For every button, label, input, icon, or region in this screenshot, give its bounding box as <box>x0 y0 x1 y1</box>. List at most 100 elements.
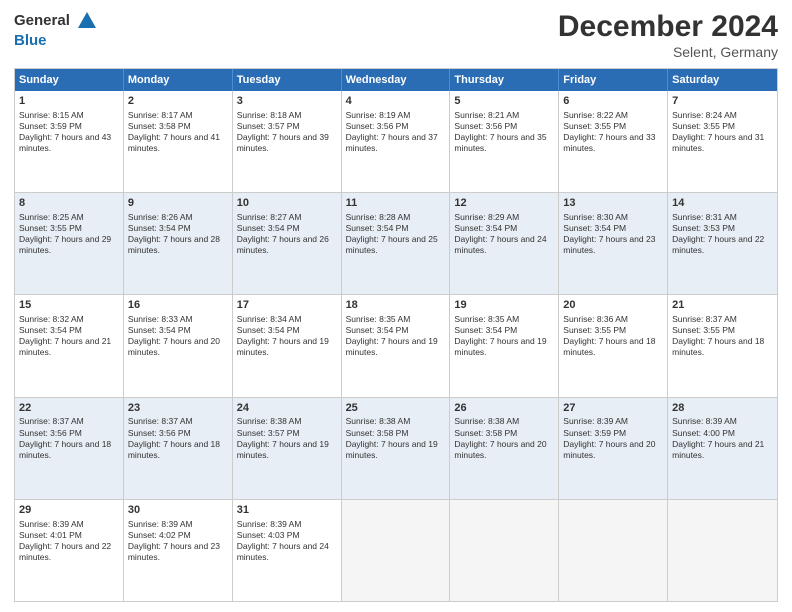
day-info: Sunrise: 8:36 AM Sunset: 3:55 PM Dayligh… <box>563 314 663 358</box>
calendar-cell: 30Sunrise: 8:39 AM Sunset: 4:02 PM Dayli… <box>124 500 233 601</box>
day-number: 21 <box>672 298 773 313</box>
calendar-cell: 7Sunrise: 8:24 AM Sunset: 3:55 PM Daylig… <box>668 91 777 192</box>
logo-blue: Blue <box>14 32 47 49</box>
day-info: Sunrise: 8:25 AM Sunset: 3:55 PM Dayligh… <box>19 212 119 256</box>
day-info: Sunrise: 8:39 AM Sunset: 4:02 PM Dayligh… <box>128 519 228 563</box>
day-info: Sunrise: 8:39 AM Sunset: 4:01 PM Dayligh… <box>19 519 119 563</box>
calendar-cell: 15Sunrise: 8:32 AM Sunset: 3:54 PM Dayli… <box>15 295 124 396</box>
header: General Blue December 2024 Selent, Germa… <box>14 10 778 60</box>
day-info: Sunrise: 8:38 AM Sunset: 3:58 PM Dayligh… <box>346 416 446 460</box>
calendar-cell: 29Sunrise: 8:39 AM Sunset: 4:01 PM Dayli… <box>15 500 124 601</box>
day-info: Sunrise: 8:17 AM Sunset: 3:58 PM Dayligh… <box>128 110 228 154</box>
day-number: 29 <box>19 503 119 518</box>
day-info: Sunrise: 8:37 AM Sunset: 3:56 PM Dayligh… <box>19 416 119 460</box>
calendar-row-5: 29Sunrise: 8:39 AM Sunset: 4:01 PM Dayli… <box>15 499 777 601</box>
day-info: Sunrise: 8:15 AM Sunset: 3:59 PM Dayligh… <box>19 110 119 154</box>
calendar-cell: 18Sunrise: 8:35 AM Sunset: 3:54 PM Dayli… <box>342 295 451 396</box>
weekday-tuesday: Tuesday <box>233 69 342 91</box>
day-number: 13 <box>563 196 663 211</box>
calendar-cell <box>559 500 668 601</box>
calendar-cell <box>342 500 451 601</box>
calendar-cell: 10Sunrise: 8:27 AM Sunset: 3:54 PM Dayli… <box>233 193 342 294</box>
calendar-cell: 20Sunrise: 8:36 AM Sunset: 3:55 PM Dayli… <box>559 295 668 396</box>
calendar-cell: 27Sunrise: 8:39 AM Sunset: 3:59 PM Dayli… <box>559 398 668 499</box>
calendar-cell: 21Sunrise: 8:37 AM Sunset: 3:55 PM Dayli… <box>668 295 777 396</box>
day-info: Sunrise: 8:38 AM Sunset: 3:58 PM Dayligh… <box>454 416 554 460</box>
calendar-cell: 14Sunrise: 8:31 AM Sunset: 3:53 PM Dayli… <box>668 193 777 294</box>
location-title: Selent, Germany <box>558 44 778 60</box>
day-info: Sunrise: 8:35 AM Sunset: 3:54 PM Dayligh… <box>454 314 554 358</box>
calendar-cell: 12Sunrise: 8:29 AM Sunset: 3:54 PM Dayli… <box>450 193 559 294</box>
day-info: Sunrise: 8:28 AM Sunset: 3:54 PM Dayligh… <box>346 212 446 256</box>
calendar-cell: 17Sunrise: 8:34 AM Sunset: 3:54 PM Dayli… <box>233 295 342 396</box>
logo-icon <box>76 10 98 32</box>
day-number: 19 <box>454 298 554 313</box>
logo: General Blue <box>14 10 98 50</box>
calendar-cell: 19Sunrise: 8:35 AM Sunset: 3:54 PM Dayli… <box>450 295 559 396</box>
calendar-cell: 6Sunrise: 8:22 AM Sunset: 3:55 PM Daylig… <box>559 91 668 192</box>
calendar-row-4: 22Sunrise: 8:37 AM Sunset: 3:56 PM Dayli… <box>15 397 777 499</box>
calendar-cell: 13Sunrise: 8:30 AM Sunset: 3:54 PM Dayli… <box>559 193 668 294</box>
day-number: 8 <box>19 196 119 211</box>
day-number: 28 <box>672 401 773 416</box>
day-info: Sunrise: 8:38 AM Sunset: 3:57 PM Dayligh… <box>237 416 337 460</box>
calendar-cell: 5Sunrise: 8:21 AM Sunset: 3:56 PM Daylig… <box>450 91 559 192</box>
day-info: Sunrise: 8:37 AM Sunset: 3:56 PM Dayligh… <box>128 416 228 460</box>
weekday-sunday: Sunday <box>15 69 124 91</box>
day-info: Sunrise: 8:34 AM Sunset: 3:54 PM Dayligh… <box>237 314 337 358</box>
calendar-cell: 4Sunrise: 8:19 AM Sunset: 3:56 PM Daylig… <box>342 91 451 192</box>
calendar-cell: 8Sunrise: 8:25 AM Sunset: 3:55 PM Daylig… <box>15 193 124 294</box>
weekday-thursday: Thursday <box>450 69 559 91</box>
day-info: Sunrise: 8:35 AM Sunset: 3:54 PM Dayligh… <box>346 314 446 358</box>
weekday-saturday: Saturday <box>668 69 777 91</box>
weekday-monday: Monday <box>124 69 233 91</box>
month-title: December 2024 <box>558 10 778 44</box>
calendar-cell: 31Sunrise: 8:39 AM Sunset: 4:03 PM Dayli… <box>233 500 342 601</box>
day-info: Sunrise: 8:21 AM Sunset: 3:56 PM Dayligh… <box>454 110 554 154</box>
day-number: 7 <box>672 94 773 109</box>
calendar-row-1: 1Sunrise: 8:15 AM Sunset: 3:59 PM Daylig… <box>15 91 777 192</box>
calendar-cell <box>668 500 777 601</box>
calendar-cell: 25Sunrise: 8:38 AM Sunset: 3:58 PM Dayli… <box>342 398 451 499</box>
day-number: 6 <box>563 94 663 109</box>
logo-general: General <box>14 12 70 29</box>
weekday-friday: Friday <box>559 69 668 91</box>
day-number: 4 <box>346 94 446 109</box>
calendar-row-3: 15Sunrise: 8:32 AM Sunset: 3:54 PM Dayli… <box>15 294 777 396</box>
day-info: Sunrise: 8:24 AM Sunset: 3:55 PM Dayligh… <box>672 110 773 154</box>
calendar-cell: 2Sunrise: 8:17 AM Sunset: 3:58 PM Daylig… <box>124 91 233 192</box>
day-number: 26 <box>454 401 554 416</box>
day-number: 16 <box>128 298 228 313</box>
calendar-cell: 23Sunrise: 8:37 AM Sunset: 3:56 PM Dayli… <box>124 398 233 499</box>
day-number: 27 <box>563 401 663 416</box>
title-block: December 2024 Selent, Germany <box>558 10 778 60</box>
calendar-cell: 26Sunrise: 8:38 AM Sunset: 3:58 PM Dayli… <box>450 398 559 499</box>
calendar-cell: 22Sunrise: 8:37 AM Sunset: 3:56 PM Dayli… <box>15 398 124 499</box>
day-number: 5 <box>454 94 554 109</box>
day-info: Sunrise: 8:27 AM Sunset: 3:54 PM Dayligh… <box>237 212 337 256</box>
day-number: 10 <box>237 196 337 211</box>
calendar-cell: 3Sunrise: 8:18 AM Sunset: 3:57 PM Daylig… <box>233 91 342 192</box>
weekday-wednesday: Wednesday <box>342 69 451 91</box>
day-info: Sunrise: 8:31 AM Sunset: 3:53 PM Dayligh… <box>672 212 773 256</box>
calendar-cell: 24Sunrise: 8:38 AM Sunset: 3:57 PM Dayli… <box>233 398 342 499</box>
day-number: 25 <box>346 401 446 416</box>
page: General Blue December 2024 Selent, Germa… <box>0 0 792 612</box>
day-number: 9 <box>128 196 228 211</box>
day-info: Sunrise: 8:29 AM Sunset: 3:54 PM Dayligh… <box>454 212 554 256</box>
day-number: 22 <box>19 401 119 416</box>
day-number: 15 <box>19 298 119 313</box>
day-number: 23 <box>128 401 228 416</box>
calendar-row-2: 8Sunrise: 8:25 AM Sunset: 3:55 PM Daylig… <box>15 192 777 294</box>
calendar-cell: 1Sunrise: 8:15 AM Sunset: 3:59 PM Daylig… <box>15 91 124 192</box>
day-info: Sunrise: 8:26 AM Sunset: 3:54 PM Dayligh… <box>128 212 228 256</box>
day-number: 20 <box>563 298 663 313</box>
day-info: Sunrise: 8:39 AM Sunset: 4:00 PM Dayligh… <box>672 416 773 460</box>
day-info: Sunrise: 8:32 AM Sunset: 3:54 PM Dayligh… <box>19 314 119 358</box>
calendar-header: Sunday Monday Tuesday Wednesday Thursday… <box>15 69 777 91</box>
day-number: 11 <box>346 196 446 211</box>
calendar-cell <box>450 500 559 601</box>
day-number: 1 <box>19 94 119 109</box>
calendar-body: 1Sunrise: 8:15 AM Sunset: 3:59 PM Daylig… <box>15 91 777 601</box>
calendar-cell: 28Sunrise: 8:39 AM Sunset: 4:00 PM Dayli… <box>668 398 777 499</box>
